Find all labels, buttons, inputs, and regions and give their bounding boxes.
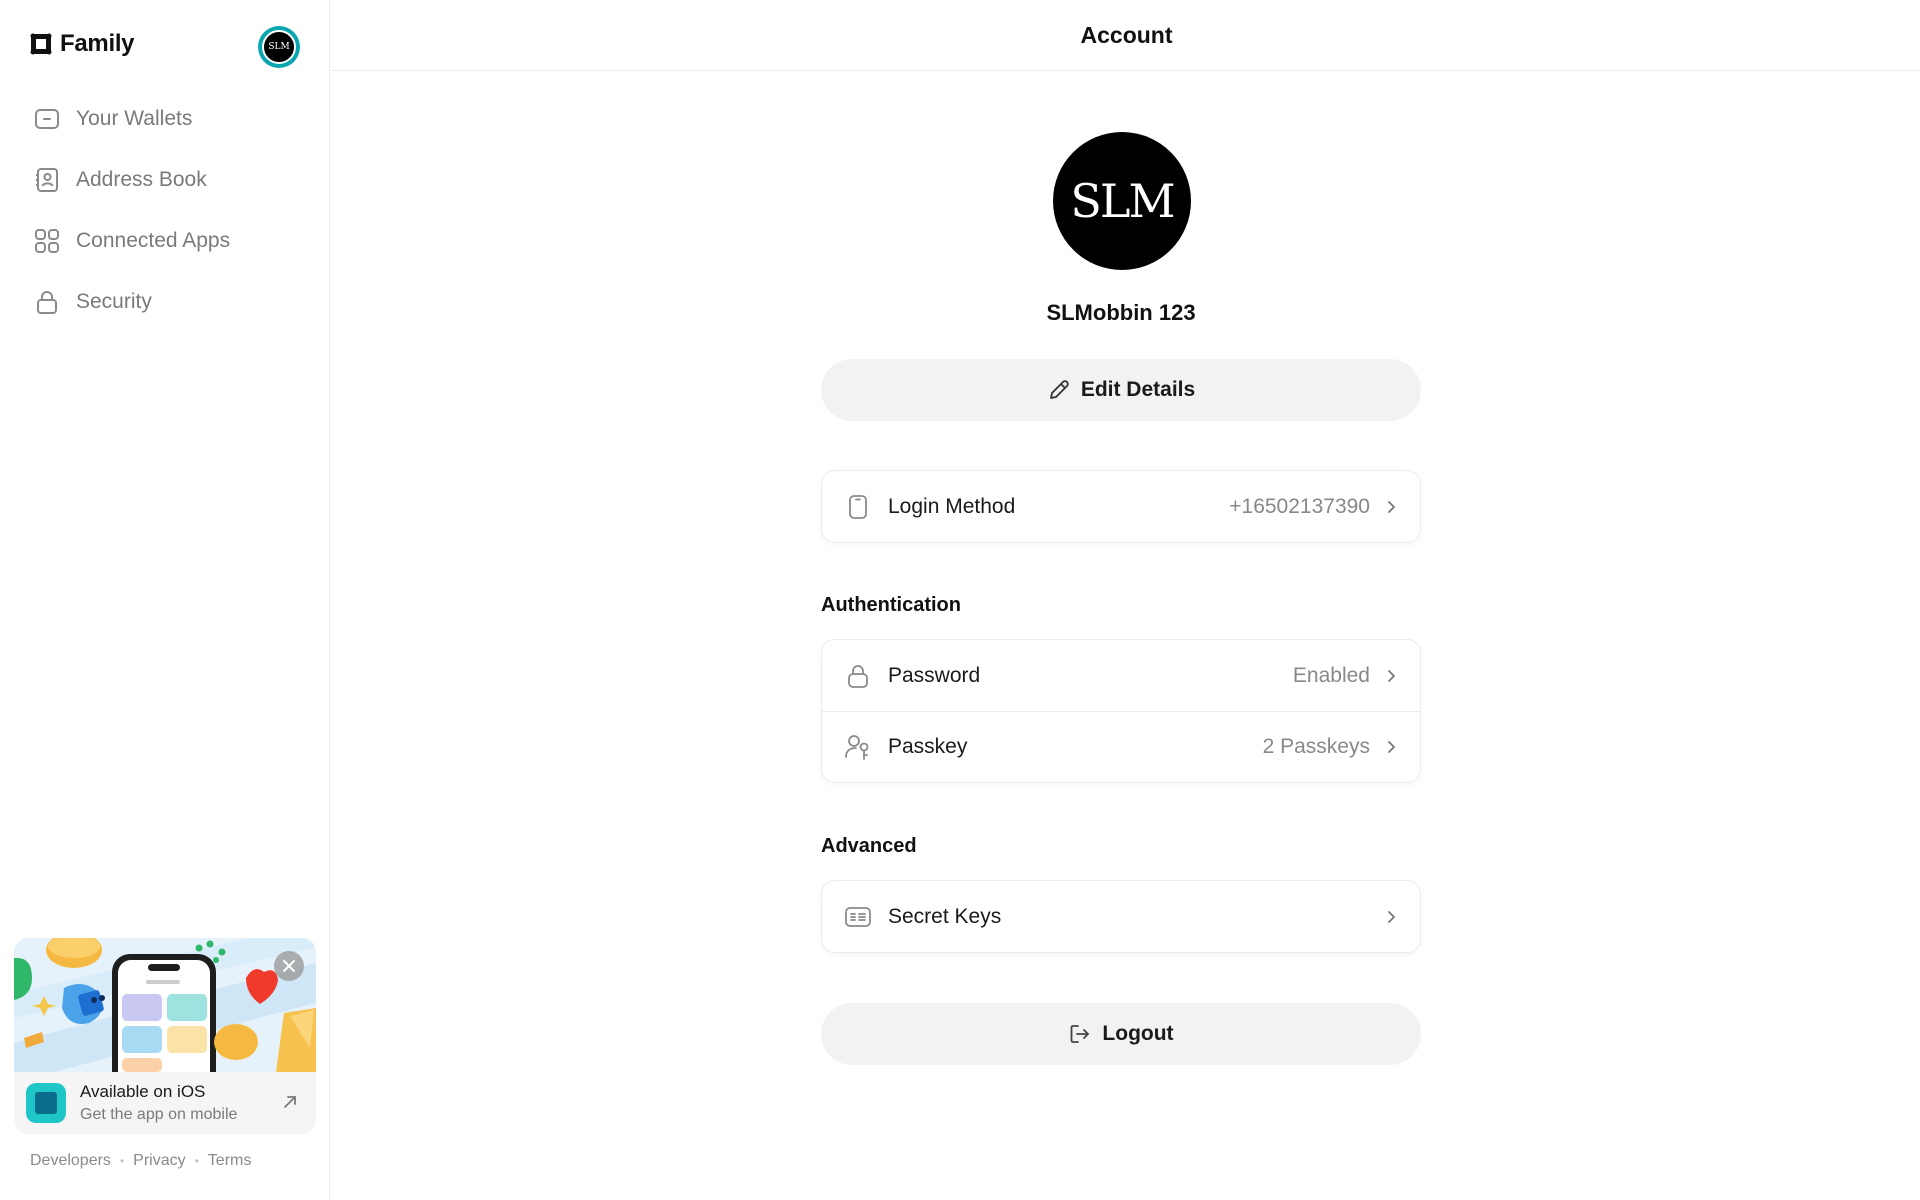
sidebar-item-your-wallets[interactable]: Your Wallets	[18, 88, 314, 149]
edit-details-button[interactable]: Edit Details	[821, 359, 1421, 421]
authentication-section-title: Authentication	[821, 594, 961, 616]
developers-link[interactable]: Developers	[30, 1152, 111, 1170]
family-app-icon	[26, 1083, 66, 1123]
sidebar-item-connected-apps[interactable]: Connected Apps	[18, 210, 314, 271]
sidebar-footer: Developers • Privacy • Terms	[30, 1152, 251, 1170]
login-method-value: +16502137390	[1229, 494, 1370, 518]
brand-name: Family	[60, 30, 135, 57]
separator-dot: •	[119, 1154, 125, 1168]
promo-illustration	[14, 938, 316, 1072]
main-content: Account SLM SLMobbin 123 Edit Details Lo…	[331, 0, 1920, 1200]
passkey-icon	[844, 733, 872, 761]
password-row[interactable]: Password Enabled	[822, 640, 1420, 711]
contact-book-icon	[32, 165, 62, 195]
sidebar-item-label: Security	[76, 289, 152, 313]
logout-icon	[1071, 1025, 1090, 1043]
profile-avatar: SLM	[1053, 132, 1191, 270]
promo-close-button[interactable]	[274, 951, 304, 981]
sidebar-item-address-book[interactable]: Address Book	[18, 149, 314, 210]
privacy-link[interactable]: Privacy	[133, 1152, 185, 1170]
external-arrow-icon[interactable]	[280, 1092, 300, 1112]
authentication-card: Password Enabled Passkey 2 Passkeys	[821, 639, 1421, 783]
pencil-icon	[1049, 380, 1069, 399]
profile-avatar-text: SLM	[1070, 174, 1175, 228]
promo-info: Available on iOS Get the app on mobile	[14, 1072, 316, 1134]
wallet-icon	[32, 104, 62, 134]
password-status: Enabled	[1292, 663, 1370, 687]
sidebar-item-label: Connected Apps	[76, 228, 231, 252]
secret-keys-row[interactable]: Secret Keys	[822, 881, 1420, 952]
sidebar-item-label: Address Book	[76, 167, 207, 191]
logout-button[interactable]: Logout	[821, 1003, 1421, 1065]
chevron-right-icon	[1388, 500, 1395, 513]
page-title: Account	[1080, 21, 1173, 48]
chevron-right-icon	[1388, 741, 1395, 753]
phone-icon	[844, 493, 872, 521]
chevron-right-icon	[1388, 669, 1395, 682]
page-header: Account	[331, 0, 1920, 71]
login-method-row[interactable]: Login Method +16502137390	[822, 471, 1420, 542]
edit-details-label: Edit Details	[1080, 378, 1196, 401]
passkey-label: Passkey	[888, 735, 968, 758]
family-logo-icon	[30, 33, 52, 55]
login-method-card: Login Method +16502137390	[821, 470, 1421, 543]
close-icon	[283, 960, 295, 972]
logout-label: Logout	[1102, 1022, 1174, 1045]
sidebar-nav: Your Wallets Address Book Connected Apps…	[18, 88, 314, 332]
passkey-count: 2 Passkeys	[1262, 735, 1370, 758]
passkey-row[interactable]: Passkey 2 Passkeys	[822, 711, 1420, 782]
profile-name: SLMobbin 123	[1046, 300, 1196, 325]
password-label: Password	[888, 663, 981, 687]
apps-grid-icon	[32, 226, 62, 256]
terms-link[interactable]: Terms	[208, 1152, 252, 1170]
chevron-right-icon	[1388, 910, 1395, 923]
sidebar-item-label: Your Wallets	[76, 106, 193, 130]
promo-subtitle: Get the app on mobile	[80, 1106, 238, 1123]
advanced-card: Secret Keys	[821, 880, 1421, 953]
lock-icon	[844, 662, 872, 690]
login-method-label: Login Method	[888, 494, 1016, 518]
brand-logo[interactable]: Family	[29, 30, 135, 58]
avatar: SLM	[262, 30, 296, 64]
sidebar-item-security[interactable]: Security	[18, 271, 314, 332]
key-list-icon	[844, 903, 872, 931]
secret-keys-label: Secret Keys	[888, 904, 1002, 928]
ios-app-promo-card[interactable]: Available on iOS Get the app on mobile	[14, 938, 316, 1134]
sidebar: Family SLM Your Wallets Address Book Con…	[0, 0, 330, 1200]
separator-dot: •	[194, 1154, 199, 1168]
advanced-section-title: Advanced	[821, 835, 917, 857]
lock-icon	[32, 287, 62, 317]
user-avatar-button[interactable]: SLM	[258, 26, 300, 68]
promo-title: Available on iOS	[80, 1082, 206, 1101]
